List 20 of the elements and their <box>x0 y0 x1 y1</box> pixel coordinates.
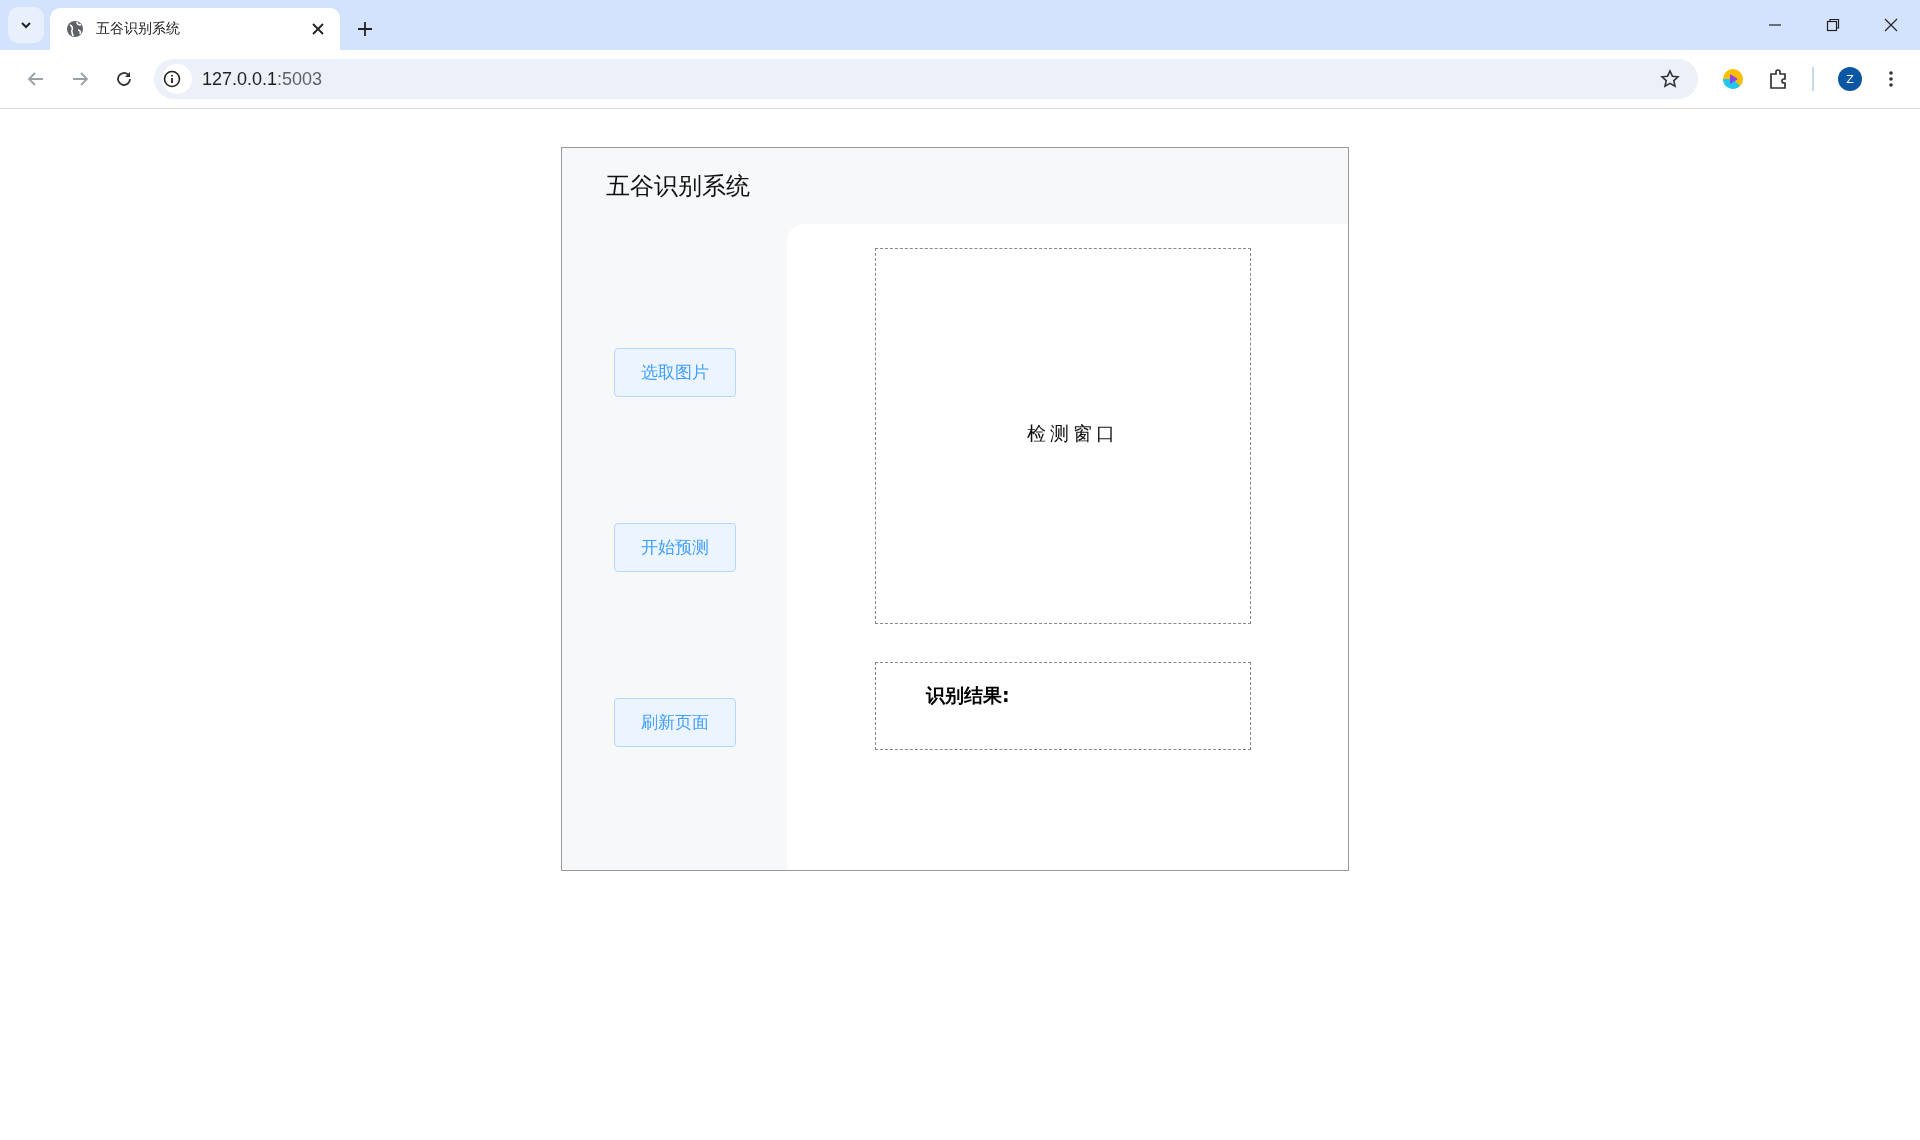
back-arrow-icon[interactable] <box>27 70 45 88</box>
forward-arrow-icon[interactable] <box>71 70 89 88</box>
tab-title: 五谷识别系统 <box>96 20 181 38</box>
star-icon[interactable] <box>1660 69 1680 89</box>
url-text: 127.0.0.1:5003 <box>202 68 323 90</box>
new-tab-icon[interactable] <box>358 22 372 36</box>
restore-icon[interactable] <box>1826 18 1840 32</box>
globe-icon <box>66 20 84 38</box>
close-icon[interactable] <box>312 23 324 35</box>
address-bar[interactable]: 127.0.0.1:5003 <box>154 59 1698 99</box>
profile-avatar[interactable]: Z <box>1838 67 1862 91</box>
info-icon[interactable] <box>163 70 181 88</box>
extension-logo-icon[interactable] <box>1722 68 1744 90</box>
close-icon[interactable] <box>1884 18 1898 32</box>
app-title: 五谷识别系统 <box>606 171 750 202</box>
result-label: 识别结果: <box>926 684 1010 706</box>
reload-icon[interactable] <box>115 70 133 88</box>
more-menu-icon[interactable] <box>1888 69 1894 89</box>
browser-tab[interactable]: 五谷识别系统 <box>50 8 340 50</box>
detection-window-label: 检测窗口 <box>1027 421 1119 446</box>
